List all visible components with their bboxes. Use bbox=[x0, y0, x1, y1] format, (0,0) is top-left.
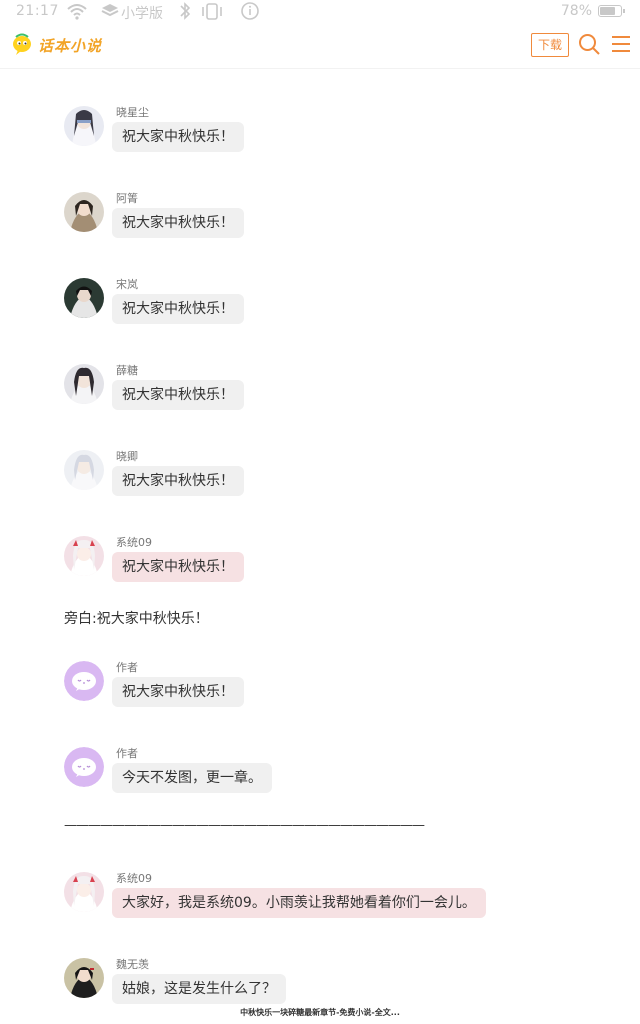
bluetooth-icon bbox=[178, 1, 192, 25]
message-bubble: 祝大家中秋快乐！ bbox=[112, 552, 244, 582]
clock-text: 21:17 bbox=[16, 3, 59, 19]
menu-icon[interactable] bbox=[610, 33, 632, 55]
chat-content: 晓星尘 祝大家中秋快乐！ 阿箐 祝大家中秋快乐！ 宋岚 祝大家中秋快乐！ 薛糖 … bbox=[0, 68, 640, 1008]
search-icon[interactable] bbox=[577, 32, 601, 56]
message-bubble: 祝大家中秋快乐！ bbox=[112, 677, 244, 707]
logo[interactable]: 话本小说 bbox=[10, 32, 102, 58]
avatar-xuetang[interactable] bbox=[64, 364, 104, 404]
sender-name: 晓星尘 bbox=[116, 106, 149, 119]
vibrate-icon bbox=[200, 1, 224, 25]
page-footer-title: 中秋快乐一块碎糖最新章节-免费小说-全文... bbox=[240, 1008, 400, 1017]
author-avatar-icon[interactable] bbox=[64, 747, 104, 787]
sender-name: 作者 bbox=[116, 661, 138, 674]
message-bubble: 今天不发图，更一章。 bbox=[112, 763, 272, 793]
message-bubble: 姑娘，这是发生什么了？ bbox=[112, 974, 286, 1004]
sender-name: 魏无羡 bbox=[116, 958, 149, 971]
sender-name: 宋岚 bbox=[116, 278, 138, 291]
message-bubble: 祝大家中秋快乐！ bbox=[112, 294, 244, 324]
status-bar: 21:17 小学版 78% bbox=[0, 0, 640, 24]
sender-name: 薛糖 bbox=[116, 364, 138, 377]
message-bubble: 祝大家中秋快乐！ bbox=[112, 122, 244, 152]
sender-name: 系统09 bbox=[116, 536, 152, 549]
logo-mascot-icon bbox=[13, 33, 31, 55]
sender-name: 系统09 bbox=[116, 872, 152, 885]
layers-icon bbox=[100, 1, 120, 25]
sender-name: 晓卿 bbox=[116, 450, 138, 463]
narration-text: 旁白:祝大家中秋快乐！ bbox=[64, 611, 209, 627]
avatar-xiaoxingchen[interactable] bbox=[64, 106, 104, 146]
battery-percent: 78% bbox=[560, 3, 592, 19]
message-bubble: 祝大家中秋快乐！ bbox=[112, 380, 244, 410]
avatar-weiwuxian[interactable] bbox=[64, 958, 104, 998]
section-divider: —————————————————————————————— bbox=[64, 818, 425, 833]
logo-text: 话本小说 bbox=[38, 36, 103, 55]
wifi-icon bbox=[66, 1, 88, 25]
message-bubble: 大家好，我是系统09。小雨羡让我帮她看着你们一会儿。 bbox=[112, 888, 486, 918]
avatar-system09[interactable] bbox=[64, 872, 104, 912]
avatar-system09[interactable] bbox=[64, 536, 104, 576]
sender-name: 阿箐 bbox=[116, 192, 138, 205]
top-bar: 话本小说 下载 bbox=[0, 24, 640, 69]
app-label: 小学版 bbox=[121, 6, 163, 22]
avatar-aqing[interactable] bbox=[64, 192, 104, 232]
sender-name: 作者 bbox=[116, 747, 138, 760]
download-button[interactable]: 下载 bbox=[531, 33, 569, 57]
battery-icon bbox=[598, 5, 625, 17]
message-bubble: 祝大家中秋快乐！ bbox=[112, 208, 244, 238]
message-bubble: 祝大家中秋快乐！ bbox=[112, 466, 244, 496]
info-icon bbox=[240, 1, 260, 25]
author-avatar-icon[interactable] bbox=[64, 661, 104, 701]
avatar-songlan[interactable] bbox=[64, 278, 104, 318]
avatar-xiaoqing[interactable] bbox=[64, 450, 104, 490]
